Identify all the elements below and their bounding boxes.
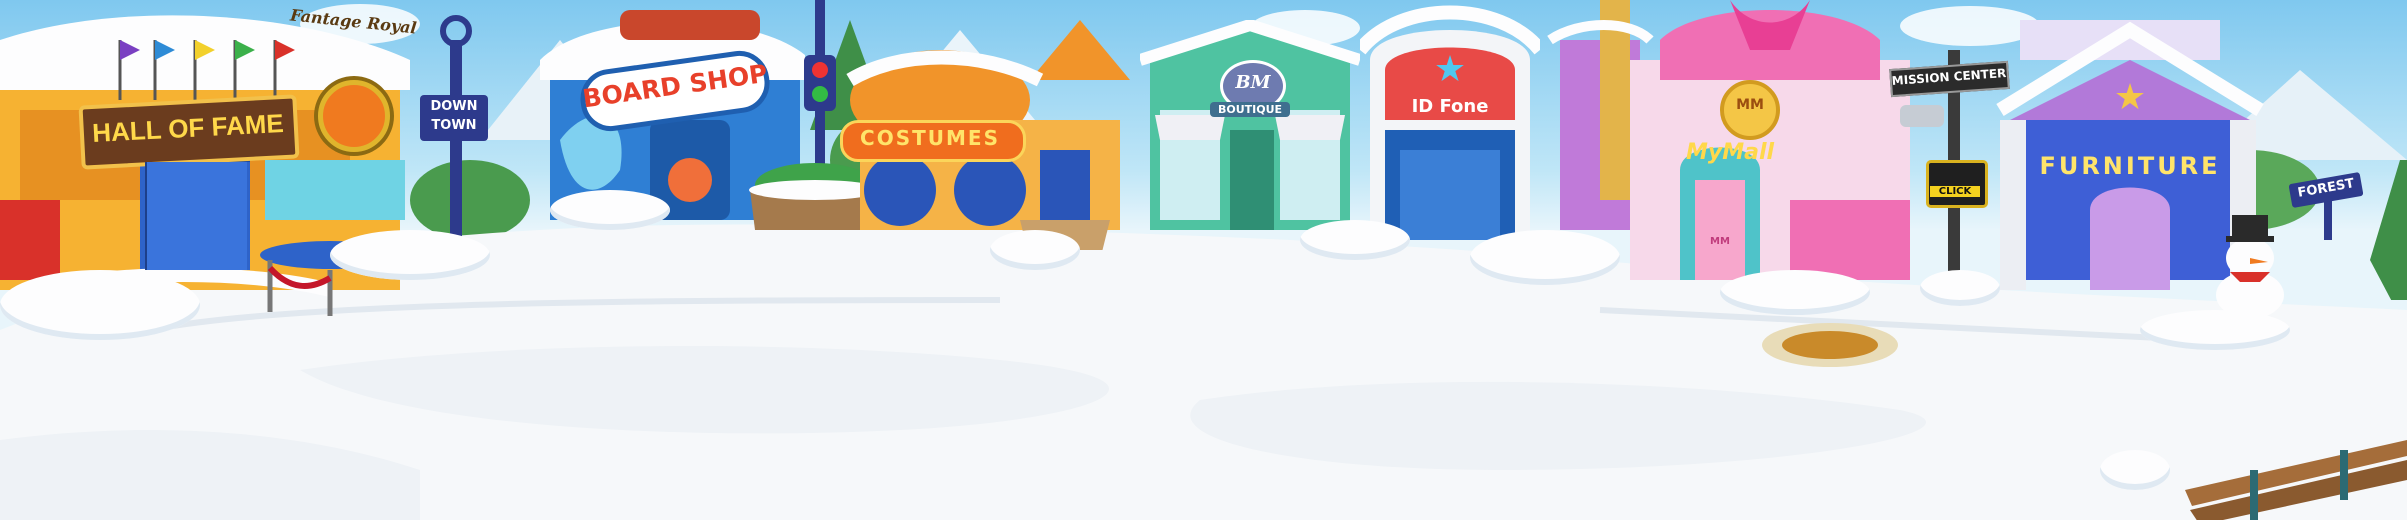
snow-mound bbox=[1920, 270, 2000, 306]
downtown-sign-line2: TOWN bbox=[431, 118, 477, 133]
snowball-pile bbox=[2100, 450, 2170, 490]
snow-mound bbox=[1720, 270, 1870, 315]
mission-center-click-button[interactable]: CLICK bbox=[1930, 186, 1980, 197]
costumes-sign[interactable]: COSTUMES bbox=[840, 126, 1020, 150]
boutique-sign[interactable]: BOUTIQUE bbox=[1210, 102, 1290, 117]
mymall-building[interactable]: MM MyMall MM bbox=[1620, 0, 1920, 290]
idfone-sign[interactable]: ID Fone bbox=[1380, 96, 1520, 117]
boutique-monogram: BM bbox=[1235, 72, 1271, 93]
snow-mound bbox=[550, 190, 670, 230]
boutique-building[interactable]: BM BOUTIQUE bbox=[1140, 20, 1360, 240]
mission-center-button-box bbox=[1926, 160, 1988, 208]
mymall-monogram: MM bbox=[1736, 97, 1764, 113]
snow-mound bbox=[990, 230, 1080, 270]
manhole-cover bbox=[1762, 323, 1898, 367]
downtown-signpost[interactable]: DOWN TOWN bbox=[420, 10, 500, 240]
snow-mound bbox=[0, 270, 200, 340]
mymall-door-monogram: MM bbox=[1710, 236, 1730, 247]
hall-of-fame-door[interactable] bbox=[145, 162, 247, 270]
forest-signpost[interactable]: FOREST bbox=[2288, 160, 2400, 240]
signpost-top bbox=[440, 15, 472, 47]
snow-mound bbox=[330, 230, 490, 280]
idfone-shape bbox=[1360, 5, 1540, 240]
mymall-sign[interactable]: MyMall bbox=[1650, 140, 1810, 165]
furniture-star-icon: ★ bbox=[2113, 77, 2147, 118]
park-bench bbox=[2185, 440, 2407, 520]
snowman bbox=[2216, 215, 2284, 319]
trophy-medallion-icon bbox=[318, 80, 390, 152]
idfone-building[interactable]: ★ ID Fone bbox=[1360, 0, 1540, 250]
snow-mound bbox=[1300, 220, 1410, 260]
boutique-shape bbox=[1140, 20, 1360, 230]
costumes-building[interactable]: COSTUMES bbox=[840, 20, 1140, 250]
idfone-star-icon: ★ bbox=[1433, 49, 1467, 90]
snow-mound bbox=[2140, 310, 2290, 350]
downtown-scene: Fantage Royal HALL OF FAME DOWN TOWN BOA… bbox=[0, 0, 2407, 520]
furniture-sign[interactable]: FURNITURE bbox=[2020, 152, 2240, 180]
downtown-sign-line1: DOWN bbox=[430, 99, 478, 114]
snow-mound bbox=[1470, 230, 1620, 285]
security-camera-icon bbox=[1900, 105, 1944, 127]
